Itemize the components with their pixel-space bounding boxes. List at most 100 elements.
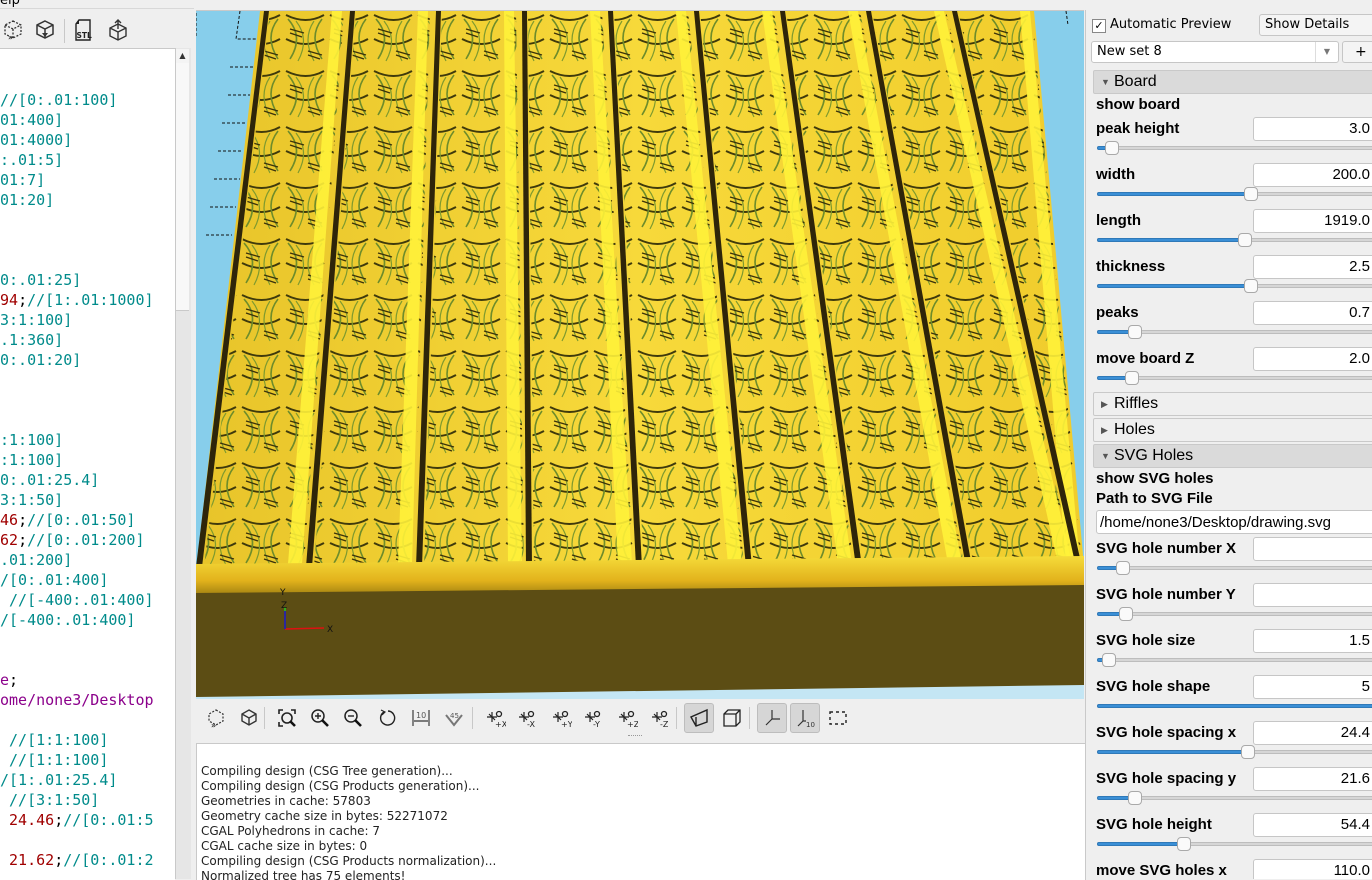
param-input-svg-hole-spacing-y[interactable]: 21.6 bbox=[1253, 767, 1372, 791]
view-top-button[interactable]: +Z bbox=[612, 703, 642, 733]
code-editor[interactable]: //[0:.01:100] 01:400] 01:4000]:.01:5] 01:7]… bbox=[0, 48, 175, 880]
automatic-preview-checkbox[interactable]: ✓ bbox=[1092, 19, 1106, 33]
param-slider-svg-hole-size[interactable] bbox=[1097, 653, 1372, 667]
svg-text:»: » bbox=[8, 33, 13, 41]
view-left-button[interactable]: -X bbox=[512, 703, 542, 733]
zoom-out-button[interactable] bbox=[338, 703, 368, 733]
param-slider-svg-hole-number-x[interactable] bbox=[1097, 561, 1372, 575]
slider-thumb[interactable] bbox=[1128, 791, 1142, 805]
reset-view-button[interactable] bbox=[373, 703, 403, 733]
param-input-svg-hole-spacing-x[interactable]: 24.4 bbox=[1253, 721, 1372, 745]
code-token: ; bbox=[18, 511, 28, 529]
preview-button[interactable]: » bbox=[0, 17, 26, 43]
console-panel[interactable]: Compiling design (CSG Tree generation)..… bbox=[196, 743, 1086, 880]
slider-thumb[interactable] bbox=[1177, 837, 1191, 851]
param-slider-move-board-z[interactable] bbox=[1097, 371, 1372, 385]
view-bottom-button[interactable]: -Z bbox=[645, 703, 675, 733]
group-holes-header[interactable]: ▶ Holes bbox=[1093, 418, 1372, 442]
render-button[interactable] bbox=[234, 703, 264, 733]
slider-thumb[interactable] bbox=[1241, 745, 1255, 759]
param-input-svg-hole-height[interactable]: 54.4 bbox=[1253, 813, 1372, 837]
editor-scrollbar-thumb[interactable] bbox=[176, 63, 189, 311]
param-input-length[interactable]: 1919.0 bbox=[1253, 209, 1372, 233]
param-input-width[interactable]: 200.0 bbox=[1253, 163, 1372, 187]
reset-view-icon bbox=[379, 709, 396, 726]
group-svg-holes-header[interactable]: ▼ SVG Holes bbox=[1093, 444, 1372, 468]
preview-button[interactable]: » bbox=[201, 703, 231, 733]
param-input-svg-hole-shape[interactable]: 5 bbox=[1253, 675, 1372, 699]
orthogonal-button[interactable] bbox=[717, 703, 747, 733]
code-token: 62 bbox=[0, 531, 19, 549]
perspective-button[interactable] bbox=[684, 703, 714, 733]
console-line: Normalized tree has 75 elements! bbox=[201, 869, 406, 880]
3d-viewport[interactable]: X Y Z bbox=[196, 10, 1084, 699]
add-preset-button[interactable]: + bbox=[1342, 41, 1372, 63]
code-token: 01:400] bbox=[0, 111, 64, 129]
svg-text:-Z: -Z bbox=[660, 720, 669, 729]
slider-thumb[interactable] bbox=[1238, 233, 1252, 247]
param-slider-svg-hole-spacing-y[interactable] bbox=[1097, 791, 1372, 805]
view-front-button[interactable]: -Y bbox=[578, 703, 608, 733]
axis-label-y: Y bbox=[279, 588, 286, 598]
slider-thumb[interactable] bbox=[1102, 653, 1116, 667]
measure-distance-button[interactable]: 10 bbox=[406, 703, 436, 733]
send-to-print-button[interactable] bbox=[105, 17, 131, 43]
view-back-button[interactable]: +Y bbox=[546, 703, 576, 733]
group-svg-holes-title: SVG Holes bbox=[1114, 447, 1194, 464]
param-input-move-board-z[interactable]: 2.0 bbox=[1253, 347, 1372, 371]
show-axes-button[interactable] bbox=[757, 703, 787, 733]
param-input-svg-hole-number-y[interactable] bbox=[1253, 583, 1372, 607]
view-all-button[interactable] bbox=[272, 703, 302, 733]
export-stl-button[interactable]: STL bbox=[70, 17, 96, 43]
slider-thumb[interactable] bbox=[1116, 561, 1130, 575]
view-right-button[interactable]: +X bbox=[480, 703, 510, 733]
param-input-thickness[interactable]: 2.5 bbox=[1253, 255, 1372, 279]
export-stl-icon: STL bbox=[75, 19, 92, 41]
slider-thumb[interactable] bbox=[1119, 607, 1133, 621]
slider-thumb[interactable] bbox=[1244, 279, 1258, 293]
slider-thumb[interactable] bbox=[1128, 325, 1142, 339]
console-line: CGAL Polyhedrons in cache: 7 bbox=[201, 824, 381, 838]
code-line: 01:7] bbox=[0, 170, 45, 190]
param-input-peak-height[interactable]: 3.0 bbox=[1253, 117, 1372, 141]
param-input-move-svg-holes-x[interactable]: 110.0 bbox=[1253, 859, 1372, 879]
param-slider-peak-height[interactable] bbox=[1097, 141, 1372, 155]
show-edges-button[interactable] bbox=[823, 703, 853, 733]
console-line: Compiling design (CSG Products generatio… bbox=[201, 779, 480, 793]
group-riffles-header[interactable]: ▶ Riffles bbox=[1093, 392, 1372, 416]
param-slider-svg-hole-height[interactable] bbox=[1097, 837, 1372, 851]
param-slider-svg-hole-number-y[interactable] bbox=[1097, 607, 1372, 621]
param-input-svg-hole-size[interactable]: 1.5 bbox=[1253, 629, 1372, 653]
menu-item-help[interactable]: elp bbox=[0, 0, 20, 8]
param-slider-svg-hole-spacing-x[interactable] bbox=[1097, 745, 1372, 759]
param-slider-peaks[interactable] bbox=[1097, 325, 1372, 339]
splitter-handle[interactable] bbox=[628, 735, 642, 738]
slider-thumb[interactable] bbox=[1125, 371, 1139, 385]
code-token: :1:100] bbox=[0, 451, 64, 469]
param-input-peaks[interactable]: 0.7 bbox=[1253, 301, 1372, 325]
render-button[interactable] bbox=[32, 17, 58, 43]
zoom-in-button[interactable] bbox=[305, 703, 335, 733]
code-token: //[0:.01:200] bbox=[27, 531, 145, 549]
param-label-length: length bbox=[1096, 212, 1141, 229]
slider-thumb[interactable] bbox=[1105, 141, 1119, 155]
code-token: 0:.01:25.4] bbox=[0, 471, 100, 489]
measure-angle-button[interactable]: 45 bbox=[439, 703, 469, 733]
svg-text:-Y: -Y bbox=[593, 720, 600, 729]
details-select[interactable]: Show Details bbox=[1259, 14, 1372, 36]
param-slider-svg-hole-shape[interactable] bbox=[1097, 699, 1372, 713]
svg-path-input[interactable] bbox=[1096, 510, 1372, 534]
slider-thumb[interactable] bbox=[1244, 187, 1258, 201]
code-token: 21.62 bbox=[0, 851, 55, 869]
param-slider-length[interactable] bbox=[1097, 233, 1372, 247]
show-scale-markers-button[interactable]: 10 bbox=[790, 703, 820, 733]
param-slider-thickness[interactable] bbox=[1097, 279, 1372, 293]
svg-text:10: 10 bbox=[806, 721, 815, 729]
param-slider-width[interactable] bbox=[1097, 187, 1372, 201]
code-line: 24.46;//[0:.01:5 bbox=[0, 810, 154, 830]
group-board-header[interactable]: ▼ Board bbox=[1093, 70, 1372, 94]
scroll-up-arrow-icon[interactable]: ▲ bbox=[176, 49, 189, 63]
slider-track bbox=[1097, 566, 1372, 570]
preset-select[interactable]: New set 8 ▼ bbox=[1091, 41, 1339, 63]
param-input-svg-hole-number-x[interactable] bbox=[1253, 537, 1372, 561]
